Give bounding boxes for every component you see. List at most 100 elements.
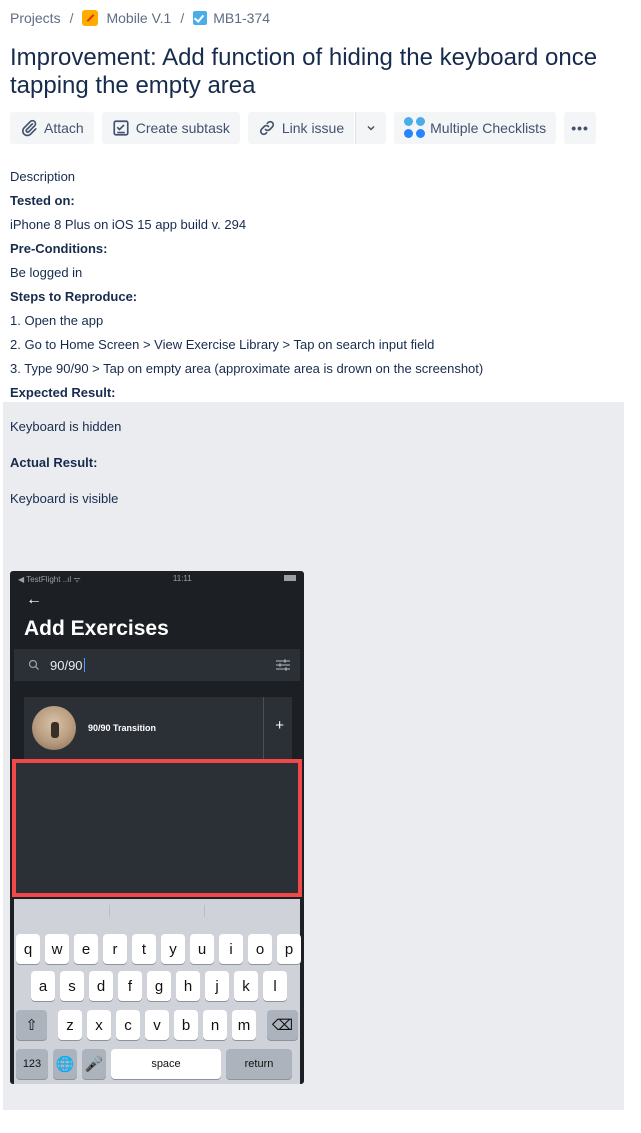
create-subtask-button[interactable]: Create subtask xyxy=(101,112,240,144)
preconditions-label: Pre-Conditions: xyxy=(10,241,108,256)
key: g xyxy=(147,971,171,1001)
multiple-checklists-label: Multiple Checklists xyxy=(430,120,547,136)
key: m xyxy=(232,1010,256,1040)
phone-search-value: 90/90 xyxy=(50,657,83,673)
key: d xyxy=(89,971,113,1001)
task-checkbox-icon xyxy=(193,11,208,25)
description-section[interactable]: Description Tested on: iPhone 8 Plus on … xyxy=(10,165,483,405)
keyboard-row-2: a s d f g h j k l xyxy=(31,971,287,1001)
plus-icon: + xyxy=(275,717,284,734)
tested-on-label: Tested on: xyxy=(10,193,75,208)
exercise-thumbnail xyxy=(32,706,76,750)
actual-result-value: Keyboard is visible xyxy=(10,491,119,506)
key: v xyxy=(145,1010,169,1040)
breadcrumb-project[interactable]: Mobile V.1 xyxy=(82,10,171,26)
actual-result-label: Actual Result: xyxy=(10,455,98,470)
subtask-icon xyxy=(113,120,129,136)
keyboard-row-4: 123 🌐 🎤 space return xyxy=(16,1049,292,1079)
backspace-key-icon: ⌫ xyxy=(267,1010,298,1040)
key: a xyxy=(31,971,55,1001)
phone-keyboard: q w e r t y u i o p a s d f g h j k l ⇧ … xyxy=(14,899,301,1084)
globe-key-icon: 🌐 xyxy=(53,1049,77,1079)
key: h xyxy=(176,971,200,1001)
status-left: ◀ TestFlight ..ıl ᯤ xyxy=(18,575,81,584)
link-issue-button[interactable]: Link issue xyxy=(247,112,355,144)
keyboard-row-1: q w e r t y u i o p xyxy=(16,934,301,964)
key: w xyxy=(45,934,69,964)
breadcrumb-separator: / xyxy=(69,10,74,26)
phone-status-bar: ◀ TestFlight ..ıl ᯤ 11:11 xyxy=(10,571,304,585)
issue-toolbar: Attach Create subtask Link issue Multipl… xyxy=(10,112,597,144)
status-time: 11:11 xyxy=(172,574,192,583)
expected-result-label: Expected Result: xyxy=(10,385,116,400)
more-icon: ••• xyxy=(571,120,589,136)
attached-screenshot[interactable]: ◀ TestFlight ..ıl ᯤ 11:11 ← Add Exercise… xyxy=(10,571,304,1084)
keyboard-suggestions xyxy=(14,899,300,923)
link-issue-dropdown[interactable] xyxy=(355,112,387,144)
key: p xyxy=(277,934,301,964)
breadcrumb-projects[interactable]: Projects xyxy=(10,10,61,26)
space-key: space xyxy=(111,1049,221,1079)
key: s xyxy=(60,971,84,1001)
microphone-key-icon: 🎤 xyxy=(82,1049,106,1079)
phone-search-field: 90/90 xyxy=(14,649,300,681)
breadcrumb-issue-key: MB1-374 xyxy=(213,10,271,26)
back-arrow-icon: ← xyxy=(26,591,42,608)
search-icon xyxy=(28,659,39,670)
key: q xyxy=(16,934,40,964)
key: z xyxy=(58,1010,82,1040)
breadcrumb: Projects / Mobile V.1 / MB1-374 xyxy=(10,9,270,27)
key: o xyxy=(248,934,272,964)
key: n xyxy=(203,1010,227,1040)
phone-exercise-item: 90/90 Transition + xyxy=(24,697,292,759)
item-divider xyxy=(263,697,264,759)
attach-label: Attach xyxy=(44,120,84,136)
key: r xyxy=(103,934,127,964)
breadcrumb-project-label: Mobile V.1 xyxy=(106,10,172,26)
chevron-down-icon xyxy=(367,125,375,131)
step-item: 1. Open the app xyxy=(10,313,104,328)
exercise-name: 90/90 Transition xyxy=(88,723,157,733)
link-issue-split-button: Link issue xyxy=(247,112,387,144)
filter-icon xyxy=(276,659,290,671)
key: j xyxy=(205,971,229,1001)
link-issue-label: Link issue xyxy=(281,120,345,136)
key: t xyxy=(132,934,156,964)
description-heading: Description xyxy=(10,169,76,184)
key: l xyxy=(263,971,287,1001)
breadcrumb-issue[interactable]: MB1-374 xyxy=(193,10,270,26)
create-subtask-label: Create subtask xyxy=(135,120,230,136)
key: i xyxy=(219,934,243,964)
key: u xyxy=(190,934,214,964)
breadcrumb-separator: / xyxy=(180,10,185,26)
tested-on-value: iPhone 8 Plus on iOS 15 app build v. 294 xyxy=(10,217,247,232)
paperclip-icon xyxy=(21,119,37,137)
key: k xyxy=(234,971,258,1001)
key: b xyxy=(174,1010,198,1040)
keyboard-row-3: ⇧ z x c v b n m ⌫ xyxy=(16,1010,298,1040)
key: e xyxy=(74,934,98,964)
project-icon xyxy=(82,10,99,26)
return-key: return xyxy=(226,1049,292,1079)
preconditions-value: Be logged in xyxy=(10,265,83,280)
highlighted-empty-area xyxy=(12,759,302,897)
expected-result-value: Keyboard is hidden xyxy=(10,419,122,434)
step-item: 2. Go to Home Screen > View Exercise Lib… xyxy=(10,337,435,352)
key: x xyxy=(87,1010,111,1040)
phone-screen-title: Add Exercises xyxy=(24,617,169,640)
key: c xyxy=(116,1010,140,1040)
key: y xyxy=(161,934,185,964)
step-item: 3. Type 90/90 > Tap on empty area (appro… xyxy=(10,361,484,376)
link-icon xyxy=(259,120,274,136)
multiple-checklists-button[interactable]: Multiple Checklists xyxy=(394,112,557,144)
checklists-icon xyxy=(404,117,426,139)
numbers-key: 123 xyxy=(16,1049,48,1079)
more-actions-button[interactable]: ••• xyxy=(564,112,597,144)
shift-key-icon: ⇧ xyxy=(16,1010,47,1040)
key: f xyxy=(118,971,142,1001)
battery-icon xyxy=(283,575,296,581)
attach-button[interactable]: Attach xyxy=(10,112,94,144)
steps-label: Steps to Reproduce: xyxy=(10,289,138,304)
issue-title[interactable]: Improvement: Add function of hiding the … xyxy=(10,44,625,100)
text-cursor xyxy=(83,658,85,672)
